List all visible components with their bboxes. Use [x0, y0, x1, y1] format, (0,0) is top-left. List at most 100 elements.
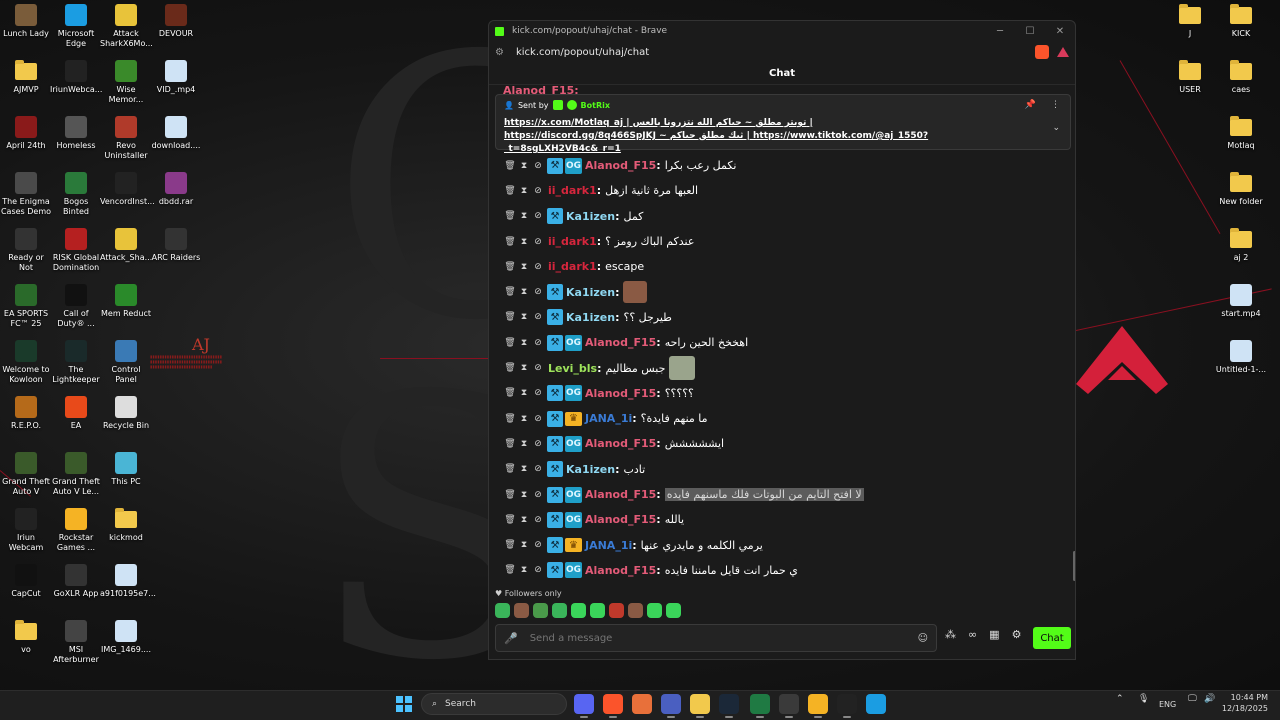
desktop-icon[interactable]: R.E.P.O.	[0, 396, 52, 431]
desktop-icon[interactable]: Grand Theft Auto V	[0, 452, 52, 497]
language-indicator[interactable]: ENG	[1159, 700, 1176, 709]
desktop-icon[interactable]: a91f0195e7...	[100, 564, 156, 599]
emoji-picker-icon[interactable]: ☺	[918, 633, 928, 644]
chat-username[interactable]: ii_dark1	[548, 235, 597, 248]
quick-emote-icon[interactable]	[666, 603, 681, 618]
quick-emote-icon[interactable]	[533, 603, 548, 618]
show-hidden-icons[interactable]: ⌃	[1116, 694, 1124, 704]
chat-username[interactable]: Ka1izen	[566, 210, 615, 223]
chat-username[interactable]: JANA_1i	[585, 539, 632, 552]
minimize-button[interactable]: ─	[985, 26, 1015, 37]
maximize-button[interactable]: ☐	[1015, 26, 1045, 37]
desktop-icon[interactable]: Attack SharkX6Mo...	[100, 4, 153, 49]
desktop-icon[interactable]: Call of Duty® ...	[50, 284, 102, 329]
delete-message-icon[interactable]: 🗑	[503, 540, 517, 550]
desktop-icon[interactable]: Grand Theft Auto V Le...	[50, 452, 102, 497]
desktop-icon[interactable]: Motlaq	[1215, 116, 1267, 151]
timeout-icon[interactable]: ⧗	[517, 237, 531, 247]
chat-username[interactable]: Levi_bls	[548, 362, 597, 375]
taskbar-clock[interactable]: 10:44 PM 12/18/2025	[1220, 692, 1268, 714]
chat-username[interactable]: Ka1izen	[566, 311, 615, 324]
file-explorer-icon[interactable]	[690, 694, 710, 718]
delete-message-icon[interactable]: 🗑	[503, 287, 517, 297]
delete-message-icon[interactable]: 🗑	[503, 490, 517, 500]
ban-icon[interactable]: ⊘	[531, 338, 545, 348]
url-text[interactable]: kick.com/popout/uhaj/chat	[516, 47, 649, 58]
desktop-icon[interactable]: Wise Memor...	[100, 60, 152, 105]
chat-username[interactable]: Alanod_F15	[585, 513, 656, 526]
delete-message-icon[interactable]: 🗑	[503, 237, 517, 247]
discord-icon[interactable]	[574, 694, 594, 718]
desktop-icon[interactable]: aj 2	[1215, 228, 1267, 263]
desktop-icon[interactable]: KICK	[1215, 4, 1267, 39]
ban-icon[interactable]: ⊘	[531, 237, 545, 247]
quick-emote-icon[interactable]	[609, 603, 624, 618]
desktop-icon[interactable]: Untitled-1-...	[1215, 340, 1267, 375]
timeout-icon[interactable]: ⧗	[517, 565, 531, 575]
ban-icon[interactable]: ⊘	[531, 565, 545, 575]
timeout-icon[interactable]: ⧗	[517, 515, 531, 525]
desktop-icon[interactable]: The Lightkeeper	[50, 340, 102, 385]
close-button[interactable]: ✕	[1045, 26, 1075, 37]
desktop-icon[interactable]: start.mp4	[1215, 284, 1267, 319]
timeout-icon[interactable]: ⧗	[517, 211, 531, 221]
desktop-icon[interactable]: download....	[150, 116, 202, 151]
quick-emote-icon[interactable]	[514, 603, 529, 618]
chat-username[interactable]: Alanod_F15	[585, 564, 656, 577]
quick-emote-icon[interactable]	[571, 603, 586, 618]
ban-icon[interactable]: ⊘	[531, 262, 545, 272]
ban-icon[interactable]: ⊘	[531, 464, 545, 474]
timeout-icon[interactable]: ⧗	[517, 439, 531, 449]
ban-icon[interactable]: ⊘	[531, 515, 545, 525]
desktop-icon[interactable]: Homeless	[50, 116, 102, 151]
microphone-icon[interactable]: 🎤	[504, 632, 518, 645]
chat-username[interactable]: Alanod_F15	[585, 437, 656, 450]
desktop-icon[interactable]: Iriun Webcam	[0, 508, 52, 553]
iriun-icon[interactable]	[837, 694, 857, 718]
delete-message-icon[interactable]: 🗑	[503, 414, 517, 424]
ban-icon[interactable]: ⊘	[531, 439, 545, 449]
settings-icon[interactable]: ⚙	[1012, 628, 1022, 641]
delete-message-icon[interactable]: 🗑	[503, 439, 517, 449]
chat-app-icon[interactable]	[808, 694, 828, 718]
desktop-icon[interactable]: Rockstar Games ...	[50, 508, 102, 553]
network-icon[interactable]: 🖵	[1188, 694, 1197, 704]
desktop-icon[interactable]: April 24th	[0, 116, 52, 151]
shark-icon[interactable]	[866, 694, 886, 714]
timeout-icon[interactable]: ⧗	[517, 262, 531, 272]
game-controller-icon[interactable]	[779, 694, 799, 718]
delete-message-icon[interactable]: 🗑	[503, 161, 517, 171]
desktop-icon[interactable]: caes	[1215, 60, 1267, 95]
address-bar[interactable]: ⚙ kick.com/popout/uhaj/chat	[489, 41, 1075, 63]
teams-icon[interactable]	[661, 694, 681, 718]
desktop-icon[interactable]: vo	[0, 620, 52, 655]
bot-name[interactable]: BotRix	[581, 101, 610, 110]
excel-icon[interactable]	[750, 694, 770, 718]
quick-emote-icon[interactable]	[495, 603, 510, 618]
desktop-icon[interactable]: GoXLR App	[50, 564, 102, 599]
ban-icon[interactable]: ⊘	[531, 414, 545, 424]
delete-message-icon[interactable]: 🗑	[503, 464, 517, 474]
delete-message-icon[interactable]: 🗑	[503, 262, 517, 272]
ban-icon[interactable]: ⊘	[531, 388, 545, 398]
chat-scrollbar[interactable]	[1073, 551, 1075, 581]
autocad-icon[interactable]	[632, 694, 652, 714]
desktop-icon[interactable]: Bogos Binted	[50, 172, 102, 217]
more-options-icon[interactable]: ⋮	[1051, 100, 1060, 110]
chat-username[interactable]: Alanod_F15	[585, 159, 656, 172]
desktop-icon[interactable]: CapCut	[0, 564, 52, 599]
timeout-icon[interactable]: ⧗	[517, 186, 531, 196]
desktop-icon[interactable]: Microsoft Edge	[50, 4, 102, 49]
microphone-tray-icon[interactable]: 🎙	[1138, 694, 1149, 704]
desktop-icon[interactable]: EA	[50, 396, 102, 431]
delete-message-icon[interactable]: 🗑	[503, 515, 517, 525]
quick-emote-icon[interactable]	[647, 603, 662, 618]
start-button[interactable]	[396, 696, 412, 712]
desktop-icon[interactable]: New folder	[1215, 172, 1267, 207]
timeout-icon[interactable]: ⧗	[517, 490, 531, 500]
desktop-icon[interactable]: VencordInst...	[100, 172, 155, 207]
delete-message-icon[interactable]: 🗑	[503, 388, 517, 398]
desktop-icon[interactable]: AJMVP	[0, 60, 52, 95]
desktop-icon[interactable]: USER	[1164, 60, 1216, 95]
desktop-icon[interactable]: Recycle Bin	[100, 396, 152, 431]
